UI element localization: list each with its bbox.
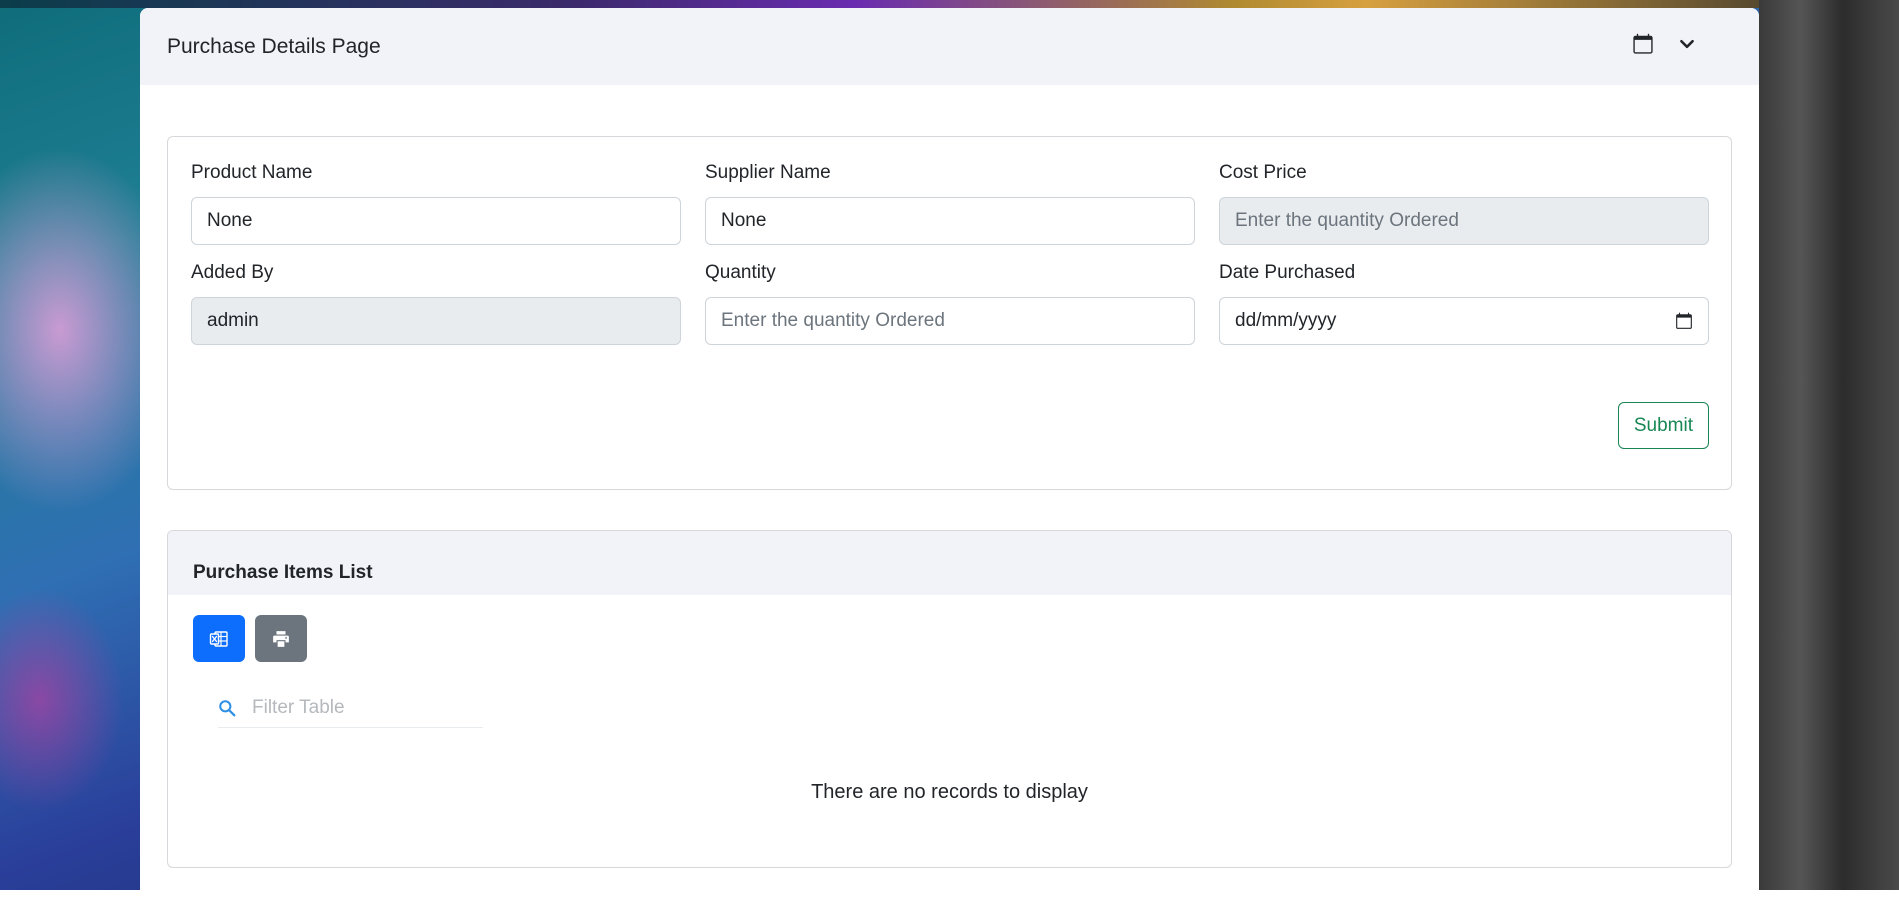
date-purchased-input[interactable]: dd/mm/yyyy	[1219, 297, 1709, 345]
cost-price-field: Cost Price	[1219, 161, 1709, 245]
supplier-name-value: None	[721, 210, 766, 232]
purchase-form-card: Product Name None Supplier Name None Cos…	[167, 136, 1732, 490]
calendar-icon[interactable]	[1631, 32, 1655, 56]
filter-table-field	[218, 689, 483, 728]
background-strip	[0, 0, 1899, 8]
submit-button[interactable]: Submit	[1618, 402, 1709, 449]
export-excel-button[interactable]	[193, 615, 245, 662]
supplier-name-label: Supplier Name	[705, 161, 1195, 185]
chevron-down-icon[interactable]	[1675, 32, 1699, 56]
product-name-label: Product Name	[191, 161, 681, 185]
date-purchased-value: dd/mm/yyyy	[1235, 310, 1336, 332]
print-button[interactable]	[255, 615, 307, 662]
product-name-value: None	[207, 210, 252, 232]
filter-table-input[interactable]	[250, 696, 474, 720]
added-by-field: Added By admin	[191, 261, 681, 345]
date-picker-calendar-icon[interactable]	[1675, 312, 1693, 330]
purchase-items-list-card: Purchase Items List	[167, 530, 1732, 868]
cost-price-label: Cost Price	[1219, 161, 1709, 185]
supplier-name-field: Supplier Name None	[705, 161, 1195, 245]
date-purchased-field: Date Purchased dd/mm/yyyy	[1219, 261, 1709, 345]
product-name-input[interactable]: None	[191, 197, 681, 245]
search-icon	[218, 699, 240, 717]
purchase-details-panel: Purchase Details Page Product Name None	[140, 8, 1759, 908]
header-actions	[1631, 32, 1699, 56]
list-toolbar	[193, 615, 307, 662]
added-by-input[interactable]: admin	[191, 297, 681, 345]
supplier-name-input[interactable]: None	[705, 197, 1195, 245]
background-right	[1759, 0, 1899, 890]
cost-price-input[interactable]	[1219, 197, 1709, 245]
list-header: Purchase Items List	[168, 531, 1731, 595]
page-title: Purchase Details Page	[167, 35, 381, 59]
quantity-input[interactable]	[705, 297, 1195, 345]
list-title: Purchase Items List	[193, 562, 373, 584]
empty-records-message: There are no records to display	[168, 781, 1731, 804]
quantity-label: Quantity	[705, 261, 1195, 285]
page-header: Purchase Details Page	[140, 8, 1759, 85]
purchase-form: Product Name None Supplier Name None Cos…	[191, 161, 1709, 345]
quantity-field: Quantity	[705, 261, 1195, 345]
product-name-field: Product Name None	[191, 161, 681, 245]
date-purchased-label: Date Purchased	[1219, 261, 1709, 285]
added-by-value: admin	[207, 310, 259, 332]
added-by-label: Added By	[191, 261, 681, 285]
excel-icon	[209, 629, 229, 649]
print-icon	[272, 630, 290, 648]
